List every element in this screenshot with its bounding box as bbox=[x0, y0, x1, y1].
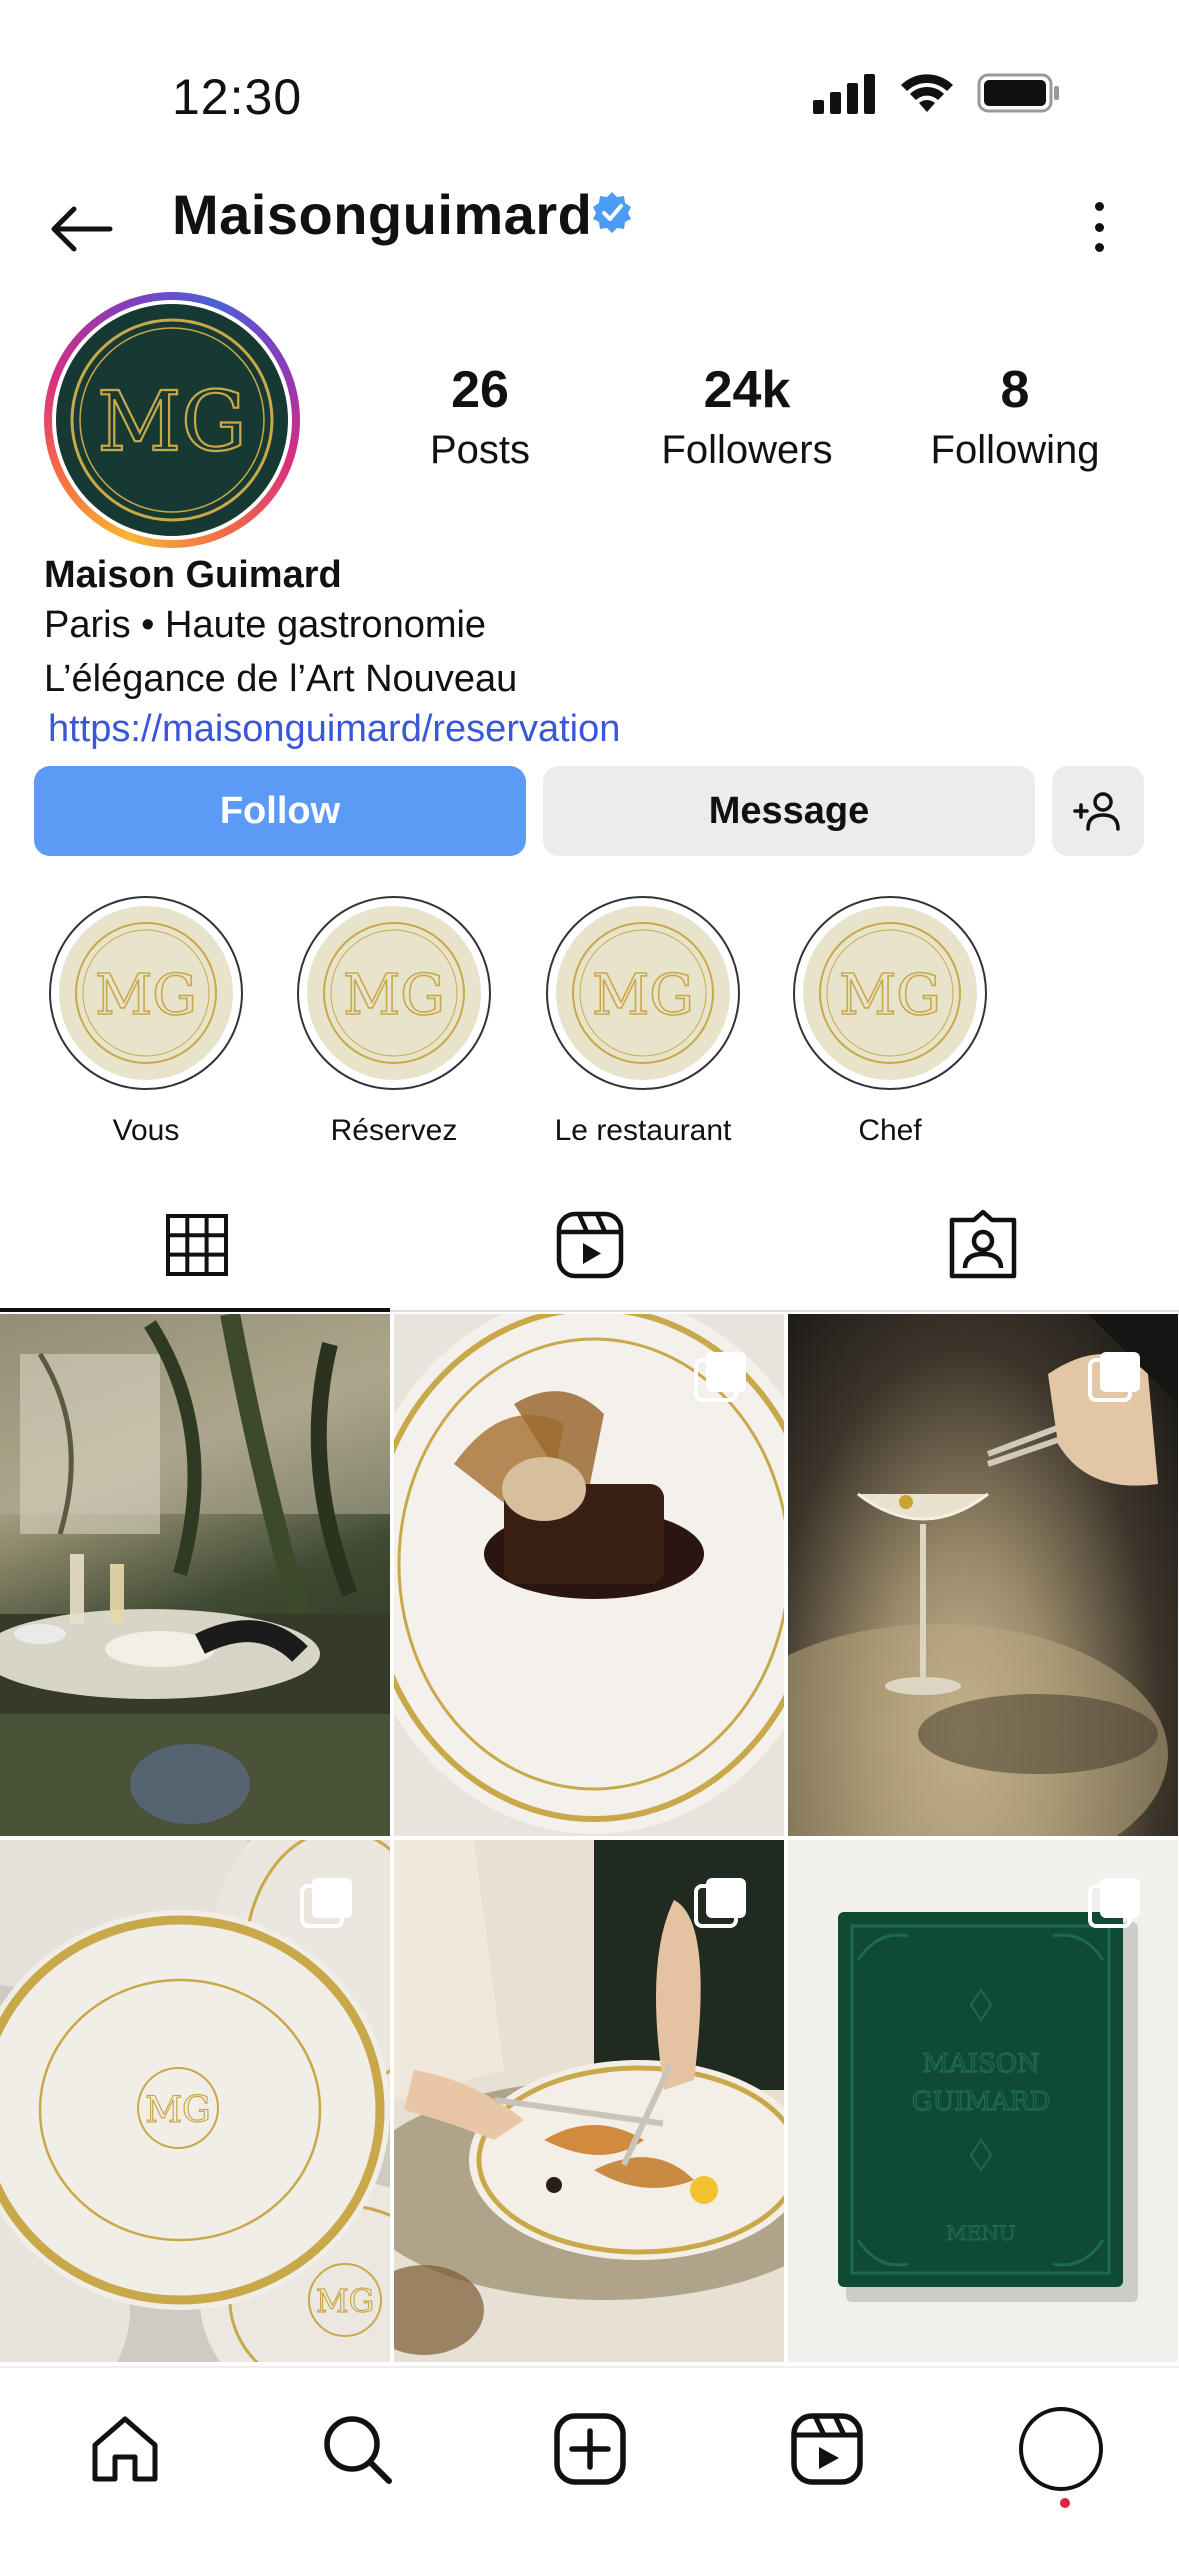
mg-logo-icon: MG bbox=[323, 922, 465, 1064]
carousel-icon bbox=[1088, 1352, 1140, 1402]
back-button[interactable] bbox=[46, 194, 116, 264]
highlight-chef[interactable]: MG Chef bbox=[790, 896, 990, 1148]
battery-icon bbox=[977, 73, 1059, 113]
svg-text:MG: MG bbox=[592, 963, 694, 1028]
svg-text:MENU: MENU bbox=[946, 2221, 1015, 2245]
avatar-story-ring[interactable]: MG bbox=[44, 292, 300, 548]
followers-label: Followers bbox=[661, 428, 833, 472]
add-person-icon bbox=[1073, 792, 1120, 831]
status-time: 12:30 bbox=[172, 69, 303, 125]
profile-avatar-icon bbox=[1019, 2407, 1103, 2491]
nav-profile[interactable] bbox=[1016, 2404, 1106, 2494]
highlight-label: Chef bbox=[858, 1114, 922, 1147]
highlight-le-restaurant[interactable]: MG Le restaurant bbox=[543, 896, 743, 1148]
reels-icon bbox=[791, 2413, 863, 2485]
svg-text:MG: MG bbox=[95, 963, 197, 1028]
post-thumbnail[interactable] bbox=[394, 1840, 784, 2362]
bio-line: Paris • Haute gastronomie bbox=[44, 604, 487, 646]
carousel-icon bbox=[694, 1878, 746, 1928]
grid-icon bbox=[165, 1214, 228, 1276]
notification-dot bbox=[1060, 2498, 1070, 2508]
stat-following[interactable]: 8 Following bbox=[895, 360, 1135, 473]
post-thumbnail[interactable] bbox=[788, 1314, 1178, 1836]
svg-text:MG: MG bbox=[316, 2282, 374, 2320]
nav-create[interactable] bbox=[545, 2404, 635, 2494]
posts-grid: MG MG MAISON GUIMARD MENU bbox=[0, 1314, 1179, 2362]
post-thumbnail[interactable] bbox=[394, 1314, 784, 1836]
highlight-cover: MG bbox=[307, 906, 481, 1080]
display-name: Maison Guimard bbox=[44, 554, 342, 596]
tab-tagged[interactable] bbox=[786, 1180, 1179, 1310]
header-username: Maisonguimard bbox=[172, 183, 593, 246]
verified-badge-icon bbox=[593, 192, 631, 233]
status-icons bbox=[813, 72, 1061, 114]
highlight-cover: MG bbox=[59, 906, 233, 1080]
highlight-cover: MG bbox=[556, 906, 730, 1080]
svg-text:MG: MG bbox=[839, 963, 941, 1028]
nav-search[interactable] bbox=[312, 2404, 402, 2494]
highlight-vous[interactable]: MG Vous bbox=[46, 896, 246, 1148]
avatar: MG bbox=[56, 304, 288, 536]
carousel-icon bbox=[300, 1878, 352, 1928]
highlight-label: Réservez bbox=[330, 1114, 458, 1147]
svg-text:MAISON: MAISON bbox=[922, 2049, 1040, 2079]
carousel-icon bbox=[1088, 1878, 1140, 1928]
svg-text:GUIMARD: GUIMARD bbox=[912, 2087, 1051, 2117]
post-thumbnail[interactable]: MAISON GUIMARD MENU bbox=[788, 1840, 1178, 2362]
suggested-users-button[interactable] bbox=[1052, 766, 1144, 856]
arrow-left-icon bbox=[51, 206, 113, 252]
search-icon bbox=[324, 2416, 392, 2484]
mg-logo-icon: MG bbox=[75, 922, 217, 1064]
status-bar: 12:30 bbox=[0, 0, 1179, 160]
dot-icon bbox=[1094, 243, 1104, 252]
post-thumbnail[interactable] bbox=[0, 1314, 390, 1836]
bottom-navigation bbox=[0, 2366, 1179, 2556]
tab-reels[interactable] bbox=[393, 1180, 786, 1310]
cellular-signal-icon bbox=[813, 74, 875, 114]
more-options-button[interactable] bbox=[1079, 192, 1119, 262]
highlight-label: Le restaurant bbox=[554, 1114, 732, 1147]
bio-line: L’élégance de l’Art Nouveau bbox=[44, 658, 518, 700]
highlight-label: Vous bbox=[112, 1114, 180, 1147]
message-button[interactable]: Message bbox=[543, 766, 1035, 856]
tagged-icon bbox=[949, 1210, 1016, 1279]
svg-text:MG: MG bbox=[97, 375, 246, 470]
profile-tabs bbox=[0, 1180, 1179, 1312]
stat-followers[interactable]: 24k Followers bbox=[627, 360, 867, 473]
nav-reels[interactable] bbox=[782, 2404, 872, 2494]
add-post-icon bbox=[554, 2413, 626, 2485]
followers-count: 24k bbox=[703, 361, 791, 419]
dot-icon bbox=[1094, 202, 1104, 211]
profile-header: Maisonguimard bbox=[0, 170, 1179, 280]
following-label: Following bbox=[930, 428, 1100, 472]
profile-stats: 26 Posts 24k Followers 8 Following bbox=[360, 360, 1140, 490]
tab-posts-grid[interactable] bbox=[0, 1180, 393, 1312]
posts-label: Posts bbox=[429, 428, 531, 472]
highlight-cover: MG bbox=[803, 906, 977, 1080]
bio-link[interactable]: https://maisonguimard/reservation bbox=[48, 706, 1144, 752]
following-count: 8 bbox=[1000, 361, 1030, 419]
post-image bbox=[0, 1314, 390, 1836]
mg-logo-icon: MG bbox=[572, 922, 714, 1064]
stat-posts[interactable]: 26 Posts bbox=[360, 360, 600, 473]
carousel-icon bbox=[694, 1352, 746, 1402]
mg-logo-icon: MG bbox=[819, 922, 961, 1064]
svg-text:MG: MG bbox=[145, 2090, 211, 2131]
nav-home[interactable] bbox=[80, 2404, 170, 2494]
highlight-reservez[interactable]: MG Réservez bbox=[294, 896, 494, 1148]
home-icon bbox=[92, 2416, 158, 2482]
reels-icon bbox=[556, 1211, 623, 1279]
post-thumbnail[interactable]: MG MG bbox=[0, 1840, 390, 2362]
posts-count: 26 bbox=[451, 361, 509, 419]
follow-button[interactable]: Follow bbox=[34, 766, 526, 856]
dot-icon bbox=[1094, 222, 1104, 232]
profile-bio: Maison Guimard Paris • Haute gastronomie… bbox=[44, 552, 1144, 752]
mg-logo-icon: MG bbox=[70, 318, 274, 522]
svg-text:MG: MG bbox=[343, 963, 445, 1028]
wifi-icon bbox=[901, 74, 953, 112]
